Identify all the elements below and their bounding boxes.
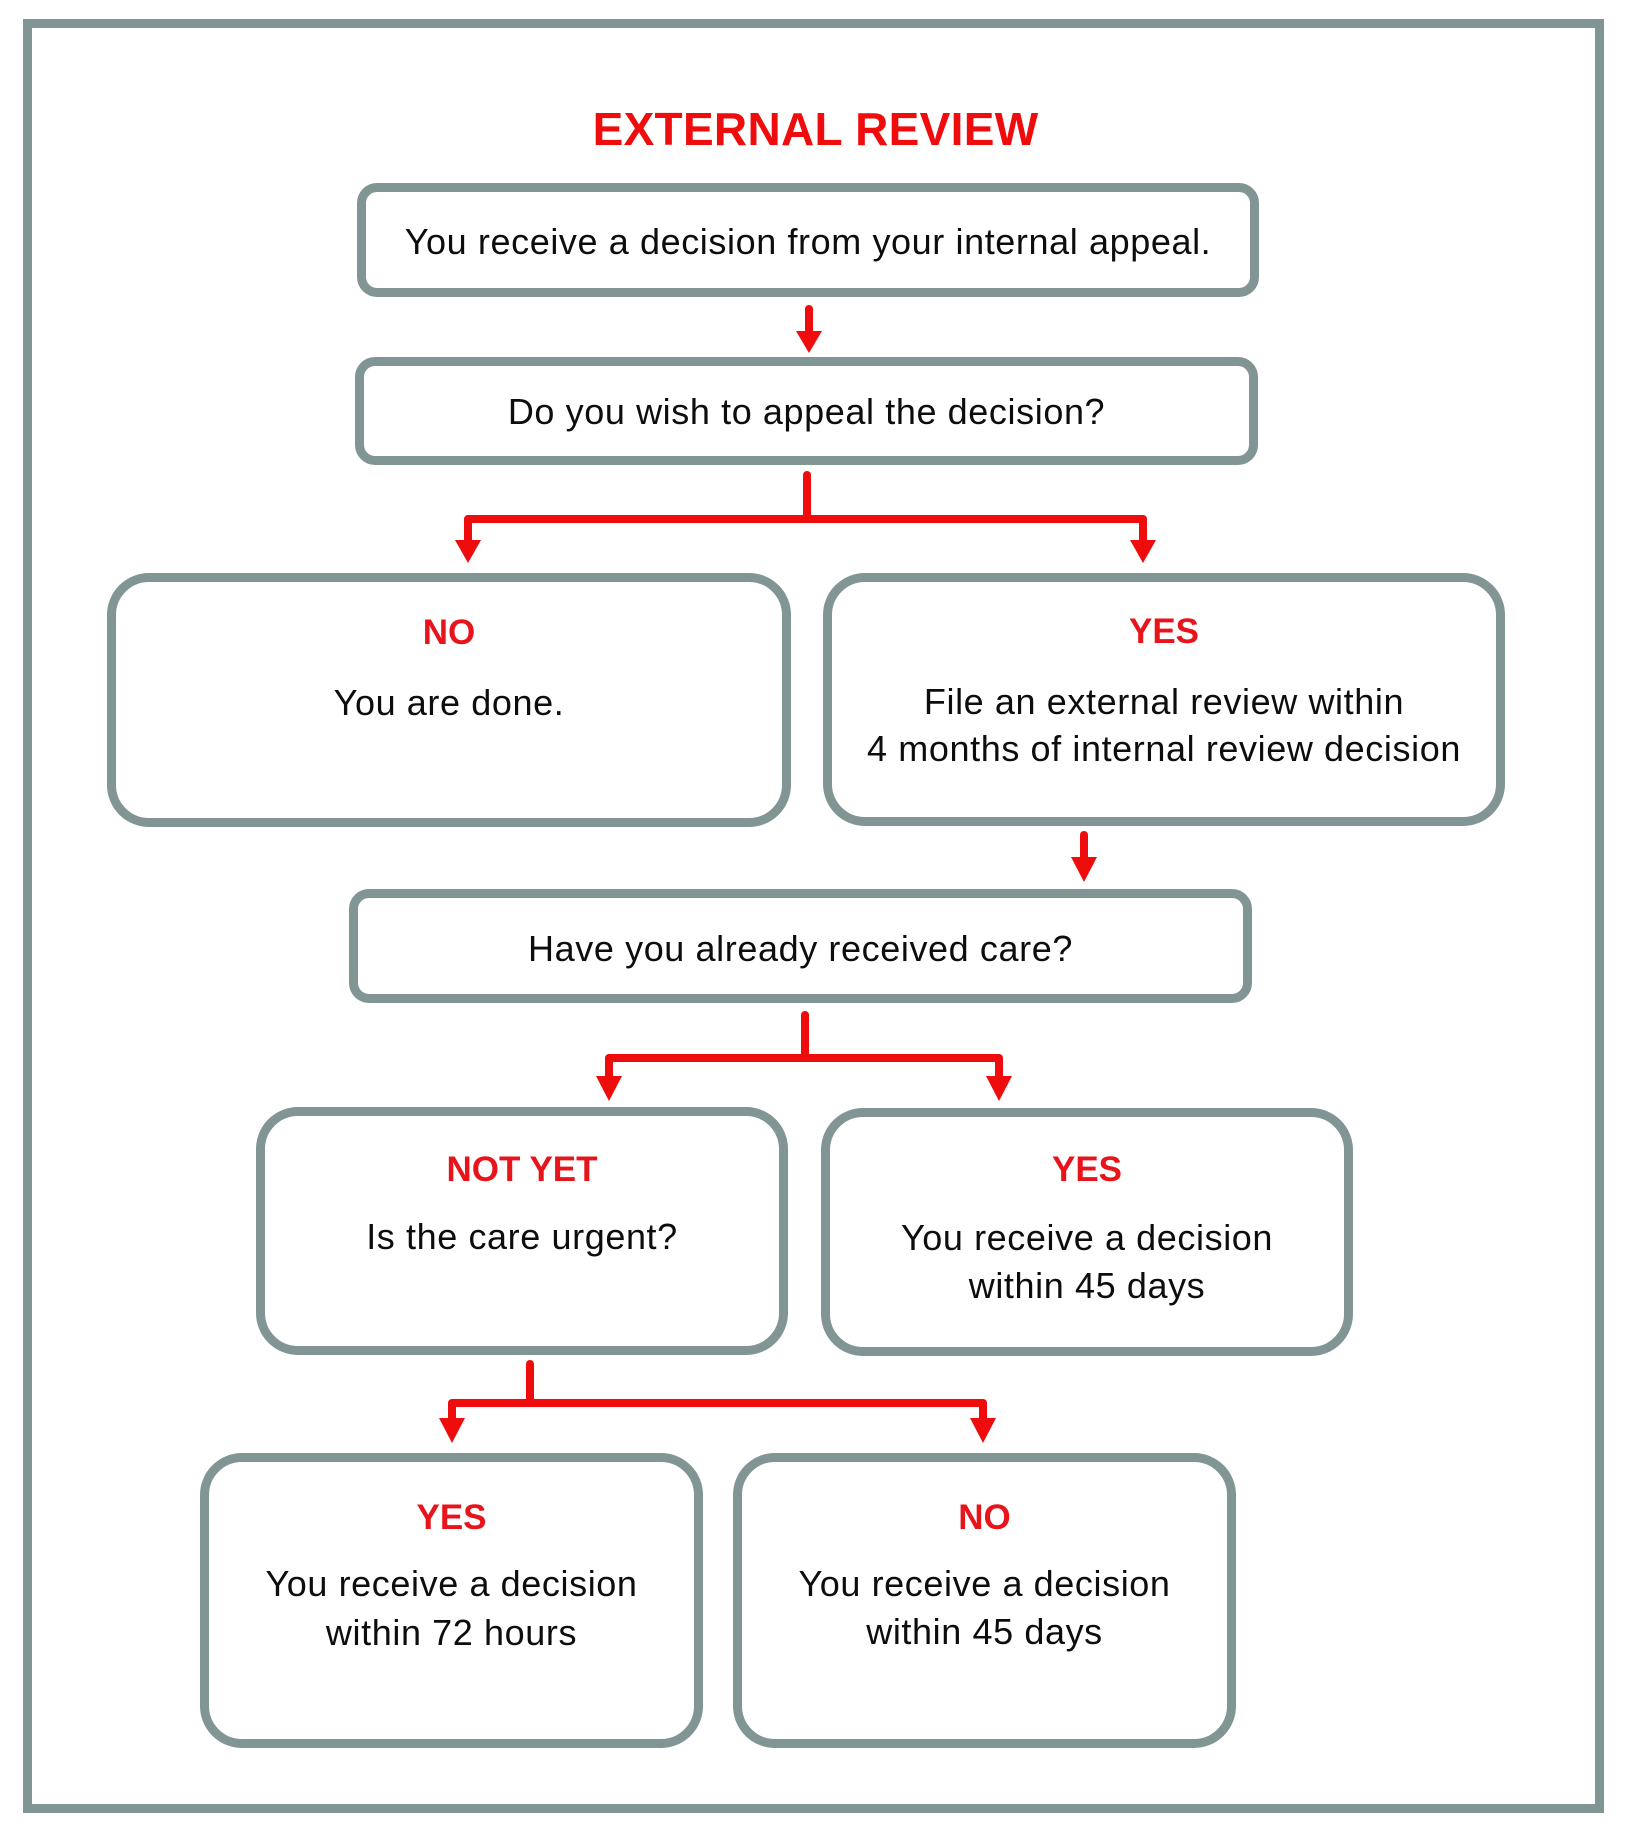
node-text: You receive a decision from your interna… — [404, 221, 1212, 262]
node-appeal-yes: YES File an external review within 4 mon… — [823, 573, 1505, 826]
diagram-title: EXTERNAL REVIEW — [592, 103, 1039, 155]
node-text-line-1: You receive a decision — [798, 1563, 1171, 1604]
node-urgent-no: NO You receive a decision within 45 days — [733, 1453, 1236, 1748]
node-text: Have you already received care? — [528, 928, 1073, 969]
branch-label: YES — [416, 1498, 487, 1537]
node-text-line-1: File an external review within — [923, 681, 1405, 722]
node-text: Is the care urgent? — [366, 1216, 678, 1257]
node-appeal-no: NO You are done. — [107, 573, 791, 827]
branch-label: NO — [958, 1498, 1011, 1537]
node-text-line-2: 4 months of internal review decision — [867, 728, 1461, 769]
node-text-line-1: You receive a decision — [900, 1217, 1274, 1258]
node-appeal-question: Do you wish to appeal the decision? — [355, 357, 1258, 465]
branch-label: YES — [1128, 612, 1200, 651]
node-received-decision: You receive a decision from your interna… — [357, 183, 1259, 297]
node-care-yes: YES You receive a decision within 45 day… — [821, 1108, 1353, 1356]
node-care-question: Have you already received care? — [349, 889, 1252, 1003]
node-text-line-2: within 72 hours — [325, 1612, 578, 1653]
node-text-line-2: within 45 days — [866, 1611, 1103, 1652]
branch-label: NO — [422, 613, 476, 652]
branch-label: YES — [1051, 1150, 1123, 1189]
node-care-not-yet: NOT YET Is the care urgent? — [256, 1107, 788, 1355]
node-text: Do you wish to appeal the decision? — [507, 391, 1106, 432]
node-text: You are done. — [333, 682, 565, 723]
node-urgent-yes: YES You receive a decision within 72 hou… — [200, 1453, 703, 1748]
branch-label: NOT YET — [446, 1150, 598, 1189]
node-text-line-2: within 45 days — [968, 1265, 1206, 1306]
node-text-line-1: You receive a decision — [265, 1563, 638, 1604]
